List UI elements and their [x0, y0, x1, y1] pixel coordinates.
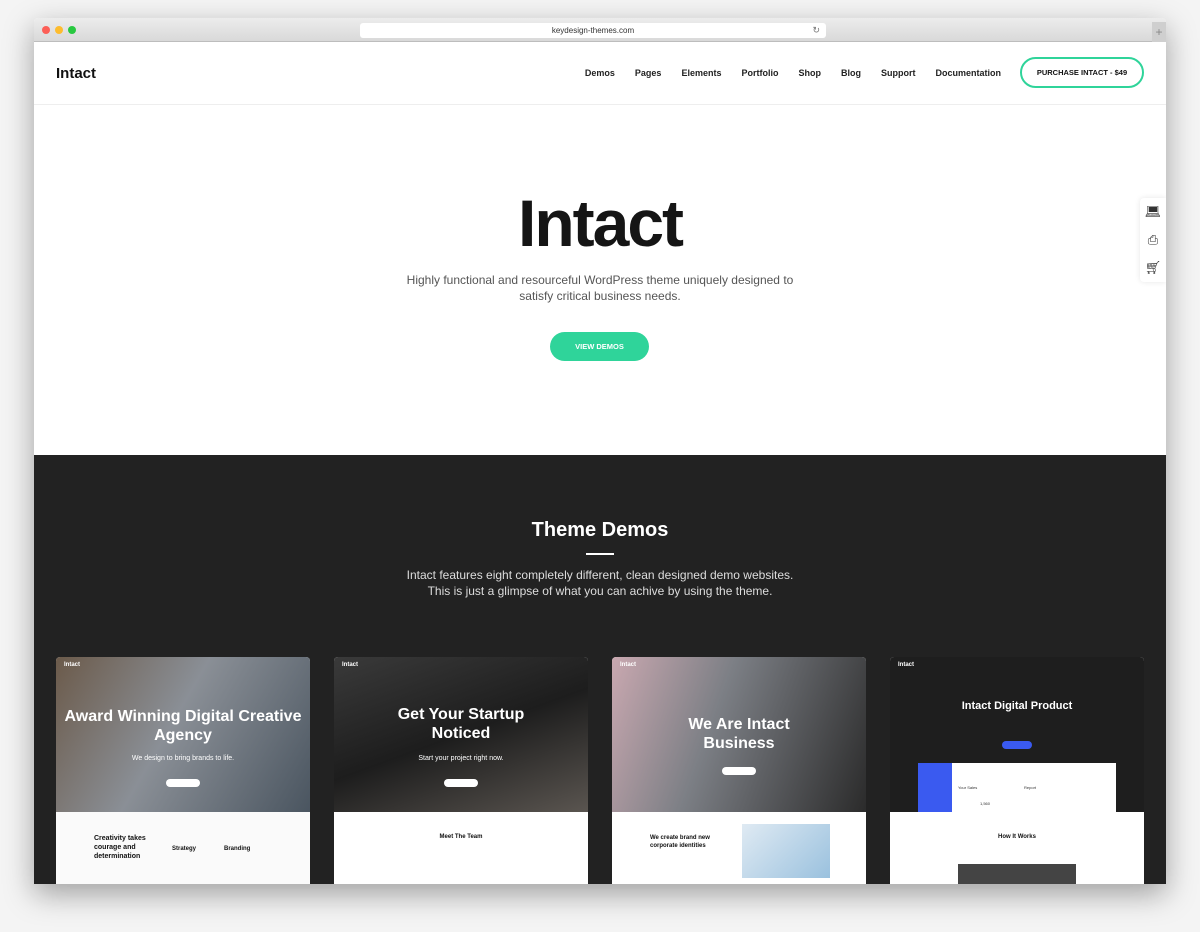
card-lower-title: Meet The Team	[439, 834, 483, 840]
card-logo: Intact	[620, 662, 637, 668]
section-title: Theme Demos	[531, 519, 669, 541]
main-menu: Demos Pages Elements Portfolio Shop Blog…	[585, 68, 1001, 78]
close-window-button[interactable]	[42, 26, 50, 34]
address-bar[interactable]: keydesign-themes.com ↻	[360, 23, 826, 38]
section-subtitle: Intact features eight completely differe…	[406, 568, 794, 598]
card-logo: Intact	[64, 662, 81, 668]
nav-demos[interactable]: Demos	[585, 68, 615, 78]
nav-pages[interactable]: Pages	[635, 68, 662, 78]
maximize-window-button[interactable]	[68, 26, 76, 34]
sales-value: 1,560	[980, 801, 991, 806]
hero-section: Intact Highly functional and resourceful…	[34, 105, 1166, 454]
purchase-button[interactable]: PURCHASE INTACT - $49	[1020, 57, 1144, 88]
nav-elements[interactable]: Elements	[681, 68, 721, 78]
demo-preview-image: Intact Intact Digital Product Your Sales…	[890, 657, 1144, 812]
nav-blog[interactable]: Blog	[841, 68, 861, 78]
divider	[586, 553, 614, 555]
card-headline: Intact Digital Product	[961, 700, 1073, 712]
browser-toolbar: keydesign-themes.com ↻ +	[34, 18, 1166, 42]
card-lower-title: Creativity takes courage and determinati…	[94, 835, 146, 860]
nav-shop[interactable]: Shop	[798, 68, 821, 78]
card-lower-title: How It Works	[998, 834, 1036, 840]
feature-branding: Branding	[224, 846, 251, 852]
theme-demos-section: Theme Demos Intact features eight comple…	[34, 455, 1166, 884]
card-button	[444, 779, 478, 787]
cart-icon[interactable]: 🛒︎	[1145, 260, 1162, 276]
card-image	[742, 824, 830, 878]
card-button	[166, 779, 200, 787]
demo-card-business[interactable]: Intact We Are Intact Business We create …	[612, 657, 866, 884]
hero-title: Intact	[517, 186, 684, 260]
card-button	[722, 767, 756, 775]
site-logo[interactable]: Intact	[56, 65, 96, 82]
demo-preview-image: Intact Award Winning Digital Creative Ag…	[56, 657, 310, 812]
view-demos-button[interactable]: VIEW DEMOS	[550, 332, 649, 361]
card-tagline: Start your project right now.	[418, 755, 504, 762]
printer-icon[interactable]: ⎙	[1148, 232, 1158, 248]
card-logo: Intact	[342, 662, 359, 668]
site-header: Intact Demos Pages Elements Portfolio Sh…	[34, 42, 1166, 105]
card-headline: Award Winning Digital Creative Agency	[64, 708, 302, 744]
url-text: keydesign-themes.com	[551, 26, 635, 35]
card-lower-title: We create brand new corporate identities	[650, 835, 710, 849]
nav-documentation[interactable]: Documentation	[935, 68, 1001, 78]
feature-strategy: Strategy	[172, 846, 197, 852]
demo-preview-image: Intact Get Your Startup Noticed Start yo…	[334, 657, 588, 812]
demo-preview-image: Intact We Are Intact Business	[612, 657, 866, 812]
card-headline: We Are Intact Business	[688, 716, 790, 752]
card-tagline: We design to bring brands to life.	[131, 755, 235, 762]
demo-card-digital-product[interactable]: Intact Intact Digital Product Your Sales…	[890, 657, 1144, 884]
dashboard-preview: Your Sales 1,560 Report	[918, 763, 1116, 812]
laptop-icon[interactable]: 💻︎	[1145, 204, 1162, 220]
card-button	[1002, 741, 1032, 749]
report-label: Report	[1024, 785, 1037, 790]
browser-window: keydesign-themes.com ↻ + Intact Demos Pag…	[34, 18, 1166, 884]
nav-portfolio[interactable]: Portfolio	[741, 68, 778, 78]
minimize-window-button[interactable]	[55, 26, 63, 34]
nav-support[interactable]: Support	[881, 68, 916, 78]
demo-card-startup[interactable]: Intact Get Your Startup Noticed Start yo…	[334, 657, 588, 884]
card-logo: Intact	[898, 662, 915, 668]
card-headline: Get Your Startup Noticed	[397, 706, 525, 742]
hero-subtitle: Highly functional and resourceful WordPr…	[406, 273, 794, 303]
plus-icon[interactable]: +	[1152, 22, 1166, 42]
demo-card-agency[interactable]: Intact Award Winning Digital Creative Ag…	[56, 657, 310, 884]
sales-label: Your Sales	[958, 785, 978, 790]
reload-icon[interactable]: ↻	[812, 23, 820, 38]
side-widget: 💻︎ ⎙ 🛒︎	[1140, 198, 1166, 282]
